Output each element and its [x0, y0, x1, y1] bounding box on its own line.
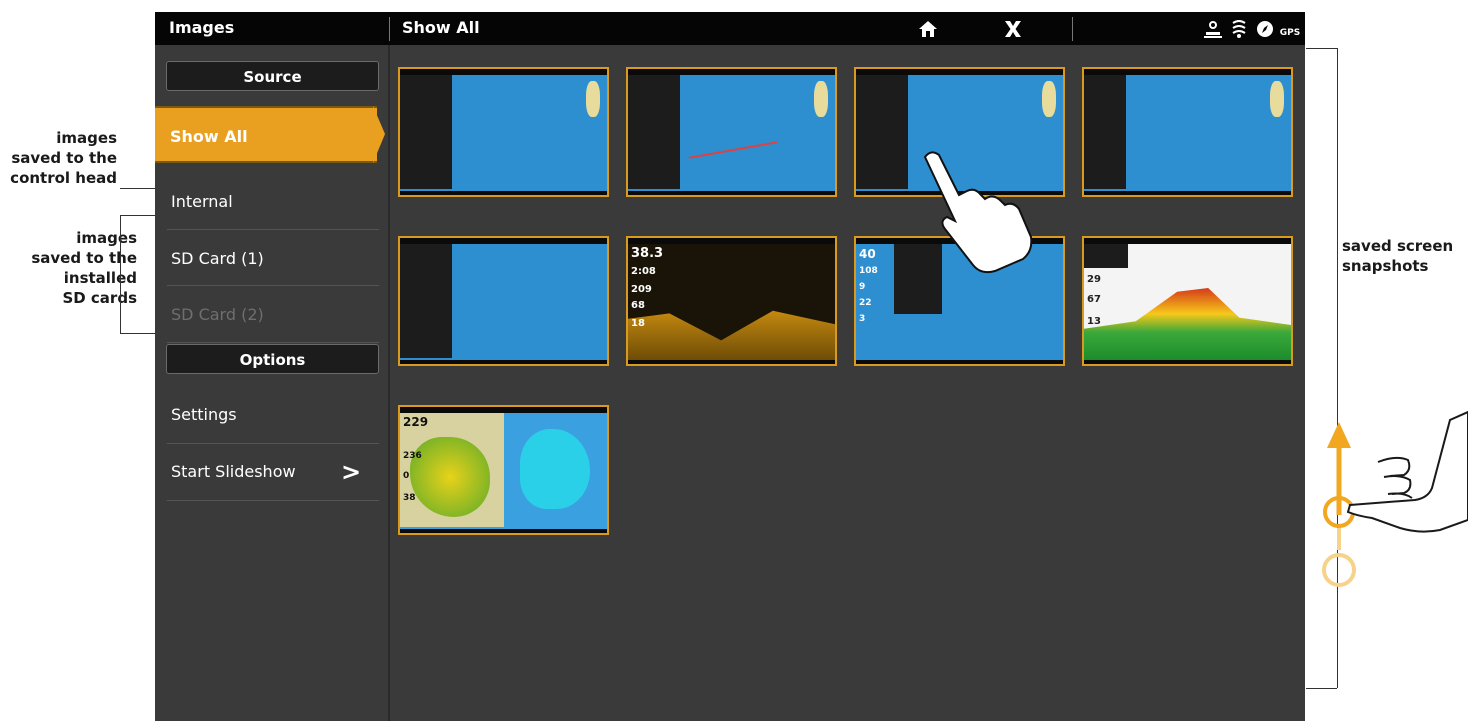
sidebar-divider — [167, 229, 379, 230]
gps-label: GPS — [1279, 28, 1301, 38]
thumb-readout: 68 — [631, 300, 645, 311]
callout-line: images — [76, 229, 137, 247]
thumb-footer — [1084, 191, 1291, 195]
callout-snapshots: saved screen snapshots — [1342, 236, 1468, 276]
start-slideshow-item[interactable]: Start Slideshow > — [155, 444, 379, 500]
thumb-readout: 236 — [403, 451, 422, 461]
thumb-menu — [1084, 75, 1126, 189]
callout-line: control head — [10, 169, 117, 187]
thumb-menu — [400, 244, 452, 358]
thumb-readout: 67 — [1087, 294, 1101, 305]
callout-bracket — [1306, 48, 1337, 49]
callout-line: saved screen — [1342, 237, 1454, 255]
compass-icon[interactable] — [1254, 16, 1276, 42]
thumb-readout: 3 — [859, 314, 866, 324]
sidebar-item-sd-card-2[interactable]: SD Card (2) — [155, 287, 379, 343]
topbar-divider — [1072, 17, 1073, 41]
thumb-island — [814, 81, 828, 117]
sidebar-divider — [167, 285, 379, 286]
sidebar-item-sd-card-1[interactable]: SD Card (1) — [155, 231, 379, 287]
close-icon[interactable] — [1000, 16, 1026, 42]
thumb-readout: 18 — [631, 318, 645, 329]
thumb-readout: 38.3 — [631, 246, 664, 261]
thumb-island — [1270, 81, 1284, 117]
thumb-footer — [628, 191, 835, 195]
thumb-island — [1042, 81, 1056, 117]
thumb-menu — [400, 75, 452, 189]
callout-line: images — [56, 129, 117, 147]
snapshot-thumbnail[interactable] — [398, 67, 609, 197]
callout-bracket — [120, 215, 156, 216]
thumb-footer — [628, 360, 835, 364]
snapshot-thumbnail[interactable]: 29 67 13 — [1082, 236, 1293, 366]
callout-bracket — [120, 215, 121, 334]
callout-sd-cards: images saved to the installed SD cards — [0, 228, 137, 308]
options-header: Options — [166, 344, 379, 374]
thumb-readout: 209 — [631, 284, 652, 295]
thumb-footer — [856, 360, 1063, 364]
anchor-icon[interactable] — [1202, 16, 1224, 42]
snapshot-thumbnail[interactable]: 38.3 2:08 209 68 18 — [626, 236, 837, 366]
snapshot-thumbnail[interactable] — [398, 236, 609, 366]
home-icon[interactable] — [915, 16, 941, 42]
thumb-readout: 0 — [403, 471, 410, 481]
page-title: Show All — [402, 18, 480, 37]
sidebar-item-internal[interactable]: Internal — [155, 174, 379, 230]
thumb-menu — [628, 75, 680, 189]
selection-notch — [373, 106, 385, 163]
thumb-readout: 29 — [1087, 274, 1101, 285]
thumb-footer — [400, 191, 607, 195]
thumb-bottom — [1084, 288, 1291, 362]
callout-line: saved to the — [31, 249, 137, 267]
callout-line: snapshots — [1342, 257, 1429, 275]
snapshot-thumbnail[interactable] — [626, 67, 837, 197]
sidebar-item-show-all[interactable]: Show All — [155, 106, 377, 163]
thumb-right-blob — [520, 429, 590, 509]
thumb-footer — [400, 360, 607, 364]
scroll-gesture-icon — [1322, 410, 1468, 587]
thumb-readout: 40 — [859, 247, 876, 261]
device-screen: Images Show All GPS Source Internal SD C… — [155, 12, 1305, 721]
start-slideshow-label: Start Slideshow — [171, 462, 296, 481]
source-header: Source — [166, 61, 379, 91]
thumb-footer — [1084, 360, 1291, 364]
sidebar-divider — [167, 342, 379, 343]
settings-item[interactable]: Settings — [155, 387, 379, 443]
thumb-island — [586, 81, 600, 117]
sonar-icon[interactable] — [1228, 16, 1250, 42]
thumb-footer — [400, 529, 607, 533]
snapshot-thumbnail[interactable]: 229 236 0 38 — [398, 405, 609, 535]
panel-divider — [388, 45, 390, 721]
callout-connector — [120, 188, 156, 189]
callout-line: installed — [63, 269, 137, 287]
top-bar: Images Show All GPS — [155, 12, 1305, 45]
gps-icon[interactable]: GPS — [1278, 16, 1302, 42]
thumb-readout: 22 — [859, 298, 872, 308]
thumb-readout: 13 — [1087, 316, 1101, 327]
thumb-menu — [856, 75, 908, 189]
snapshot-thumbnail[interactable] — [1082, 67, 1293, 197]
thumb-track — [688, 141, 778, 159]
thumb-readout: 108 — [859, 266, 878, 276]
thumb-readout: 38 — [403, 493, 416, 503]
topbar-divider — [389, 17, 390, 41]
images-title: Images — [169, 18, 235, 37]
chevron-right-icon: > — [341, 458, 362, 486]
callout-control-head: images saved to the control head — [0, 128, 117, 188]
thumb-menu — [1084, 244, 1128, 268]
sidebar-divider — [167, 500, 379, 501]
callout-bracket — [120, 333, 156, 334]
thumb-readout: 9 — [859, 282, 866, 292]
thumb-readout: 229 — [403, 415, 429, 429]
thumb-header — [628, 238, 835, 244]
tap-gesture-icon — [923, 151, 1033, 274]
thumb-readout: 2:08 — [631, 266, 656, 277]
thumb-bottom — [628, 310, 835, 362]
callout-line: SD cards — [62, 289, 137, 307]
callout-bracket — [1306, 688, 1337, 689]
callout-line: saved to the — [11, 149, 117, 167]
